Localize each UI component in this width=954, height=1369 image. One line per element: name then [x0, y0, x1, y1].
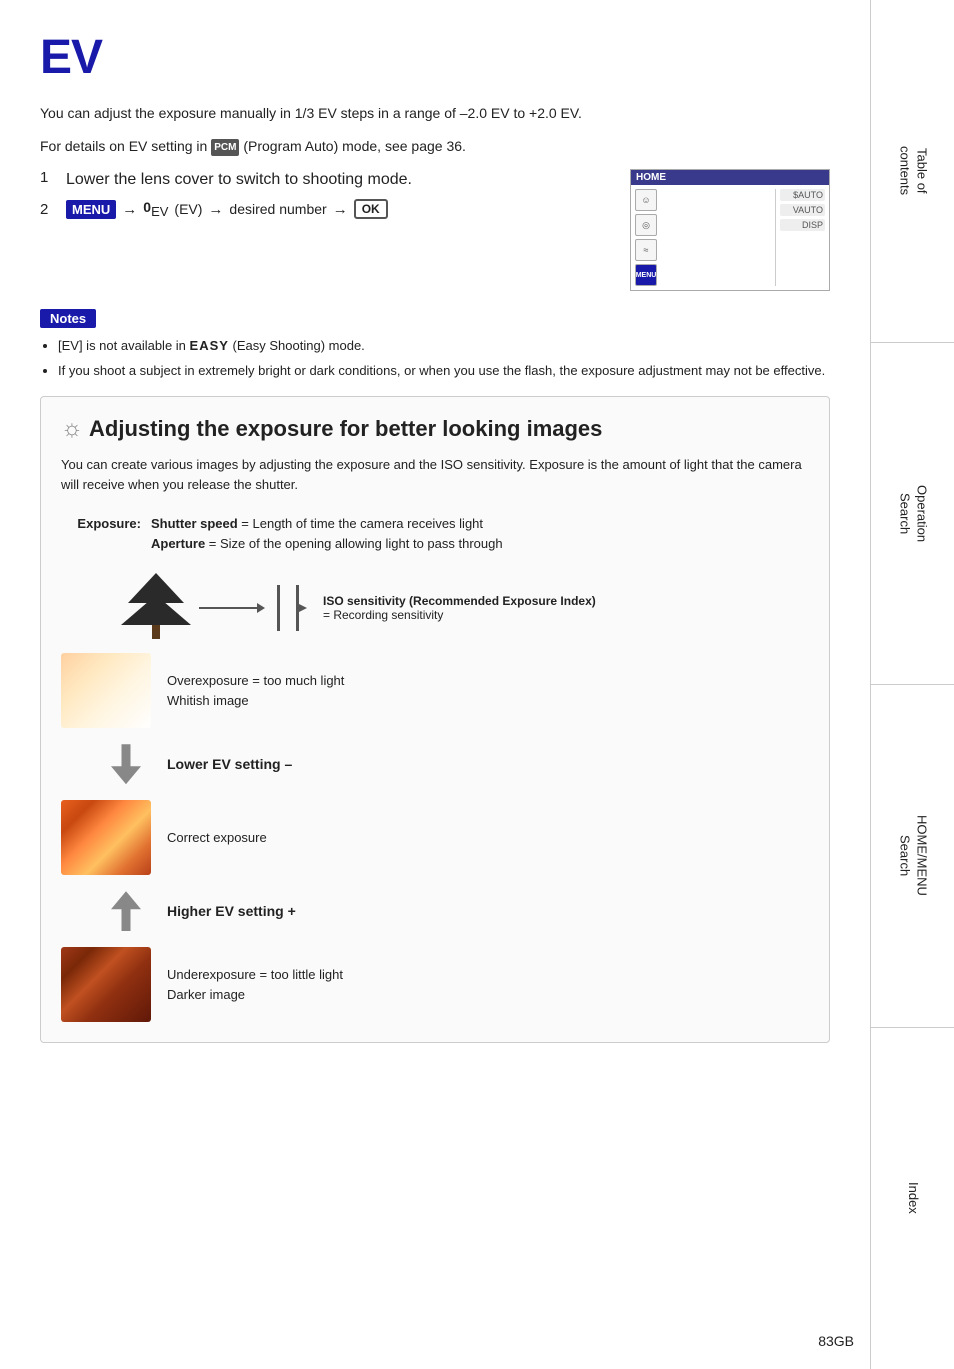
underexposed-text1: Underexposure = too little light	[167, 965, 343, 985]
intro-paragraph-2: For details on EV setting in PCM (Progra…	[40, 136, 830, 157]
cam-icon-menu: MENU	[635, 264, 657, 286]
step2-row: 2 MENU → 0EV (EV) → desired number → OK	[40, 199, 610, 219]
higher-ev-label: Higher EV setting +	[167, 903, 296, 919]
camera-menu-left: ☺ ◎ ≈ MENU	[635, 189, 771, 286]
arrow2: →	[208, 201, 223, 218]
ev-paren: (EV)	[174, 201, 202, 217]
lens-arrow	[199, 607, 259, 609]
tree-shape	[121, 573, 191, 643]
arrow-down-spacer	[61, 744, 151, 784]
arrow-down-row: Lower EV setting –	[61, 744, 809, 784]
exposure-intro: You can create various images by adjusti…	[61, 455, 809, 497]
iso-label: ISO sensitivity (Recommended Exposure In…	[323, 594, 596, 608]
exp-image-correct	[61, 800, 151, 875]
sidebar-toc-label: Table ofcontents	[896, 146, 930, 195]
exp-row-overexposed: Overexposure = too much light Whitish im…	[61, 653, 809, 728]
exp-row-underexposed: Underexposure = too little light Darker …	[61, 947, 809, 1022]
exp-image-overexposed	[61, 653, 151, 728]
sidebar-item-index[interactable]: Index	[871, 1028, 954, 1369]
sun-icon: ☼	[61, 415, 83, 443]
cam-btn-auto2: VAUTO	[780, 204, 825, 216]
camera-menu-right: $AUTO VAUTO DISP	[775, 189, 825, 286]
shutter-text: Shutter speedShutter speed = Length of t…	[151, 514, 809, 534]
cam-btn-disp: DISP	[780, 219, 825, 231]
sidebar-index-label: Index	[904, 1182, 921, 1214]
ev-arrow-down-shaft	[111, 744, 141, 784]
sidebar-item-toc[interactable]: Table ofcontents	[871, 0, 954, 343]
iso-sub: = Recording sensitivity	[323, 608, 596, 622]
arrow3: →	[333, 201, 348, 218]
step1-left: 1 Lower the lens cover to switch to shoo…	[40, 169, 610, 227]
exposure-diagram: Exposure: Shutter speedShutter speed = L…	[61, 514, 809, 553]
intro-paragraph-1: You can adjust the exposure manually in …	[40, 103, 830, 124]
ev-arrow-up-shaft	[111, 891, 141, 931]
cam-icon-smile: ☺	[635, 189, 657, 211]
sidebar-op-label: OperationSearch	[896, 485, 930, 542]
ev-arrow-up	[111, 891, 141, 931]
notes-badge: Notes	[40, 309, 96, 328]
exp-row-correct: Correct exposure	[61, 800, 809, 875]
overexposed-text2: Whitish image	[167, 691, 344, 711]
note-item-1: [EV] is not available in EASY (Easy Shoo…	[58, 336, 830, 357]
sensor-group	[277, 585, 299, 631]
sidebar-item-home-menu-search[interactable]: HOME/MENUSearch	[871, 685, 954, 1028]
diagram-area: ISO sensitivity (Recommended Exposure In…	[121, 573, 809, 643]
step2-num: 2	[40, 201, 56, 218]
sidebar: Table ofcontents OperationSearch HOME/ME…	[870, 0, 954, 1369]
exposure-examples: Overexposure = too much light Whitish im…	[61, 653, 809, 1022]
exposure-label: Exposure:	[61, 514, 141, 531]
easy-badge: EASY	[190, 338, 229, 353]
tree-mid	[121, 595, 191, 625]
camera-menu-header: HOME	[631, 170, 829, 185]
ev-arrow-down	[111, 744, 141, 784]
exp-desc-underexposed: Underexposure = too little light Darker …	[167, 965, 343, 1004]
sensor-bar-right	[296, 585, 299, 631]
menu-badge: MENU	[66, 200, 116, 219]
sidebar-item-operation-search[interactable]: OperationSearch	[871, 343, 954, 686]
iso-section: ISO sensitivity (Recommended Exposure In…	[323, 594, 596, 622]
overexposed-text1: Overexposure = too much light	[167, 671, 344, 691]
exp-desc-overexposed: Overexposure = too much light Whitish im…	[167, 671, 344, 710]
ok-badge: OK	[354, 199, 388, 219]
sensor-arrow	[299, 604, 307, 612]
camera-menu-body: ☺ ◎ ≈ MENU $AUTO VAUTO DISP	[631, 185, 829, 290]
notes-list: [EV] is not available in EASY (Easy Shoo…	[58, 336, 830, 382]
step1-row: 1 Lower the lens cover to switch to shoo…	[40, 169, 610, 191]
step1-num: 1	[40, 169, 56, 186]
exposure-desc: Shutter speedShutter speed = Length of t…	[151, 514, 809, 553]
pgm-icon: PCM	[211, 139, 239, 156]
tree-trunk	[152, 625, 160, 639]
exp-desc-correct: Correct exposure	[167, 828, 267, 848]
step1-section: 1 Lower the lens cover to switch to shoo…	[40, 169, 830, 291]
sidebar-home-label: HOME/MENUSearch	[896, 815, 930, 896]
aperture-text: Aperture = Size of the opening allowing …	[151, 534, 809, 554]
page-container: EV You can adjust the exposure manually …	[0, 0, 954, 1369]
cam-icon-scene: ≈	[635, 239, 657, 261]
correct-text1: Correct exposure	[167, 828, 267, 848]
notes-section: Notes [EV] is not available in EASY (Eas…	[40, 309, 830, 382]
cam-btn-auto1: $AUTO	[780, 189, 825, 201]
step2-content: MENU → 0EV (EV) → desired number → OK	[66, 199, 388, 219]
exp-image-underexposed	[61, 947, 151, 1022]
note-item-2: If you shoot a subject in extremely brig…	[58, 361, 830, 382]
dev-label: 0EV	[143, 199, 168, 219]
underexposed-text2: Darker image	[167, 985, 343, 1005]
arrow-line	[199, 607, 259, 609]
page-footer: 83GB	[818, 1333, 854, 1349]
step1-text: Lower the lens cover to switch to shooti…	[66, 169, 412, 191]
sensor-bar-left	[277, 585, 280, 631]
main-content: EV You can adjust the exposure manually …	[0, 0, 870, 1369]
arrow1: →	[122, 201, 137, 218]
arrow-up-spacer	[61, 891, 151, 931]
camera-menu-box: HOME ☺ ◎ ≈ MENU $AUTO VAUTO DISP	[630, 169, 830, 291]
page-title: EV	[40, 30, 830, 85]
steps-section: 1 Lower the lens cover to switch to shoo…	[40, 169, 830, 291]
arrow-up-row: Higher EV setting +	[61, 891, 809, 931]
desired-text: desired number	[229, 201, 326, 217]
exposure-title: ☼ Adjusting the exposure for better look…	[61, 415, 809, 443]
lower-ev-label: Lower EV setting –	[167, 756, 292, 772]
exposure-box: ☼ Adjusting the exposure for better look…	[40, 396, 830, 1044]
cam-icon-circle: ◎	[635, 214, 657, 236]
